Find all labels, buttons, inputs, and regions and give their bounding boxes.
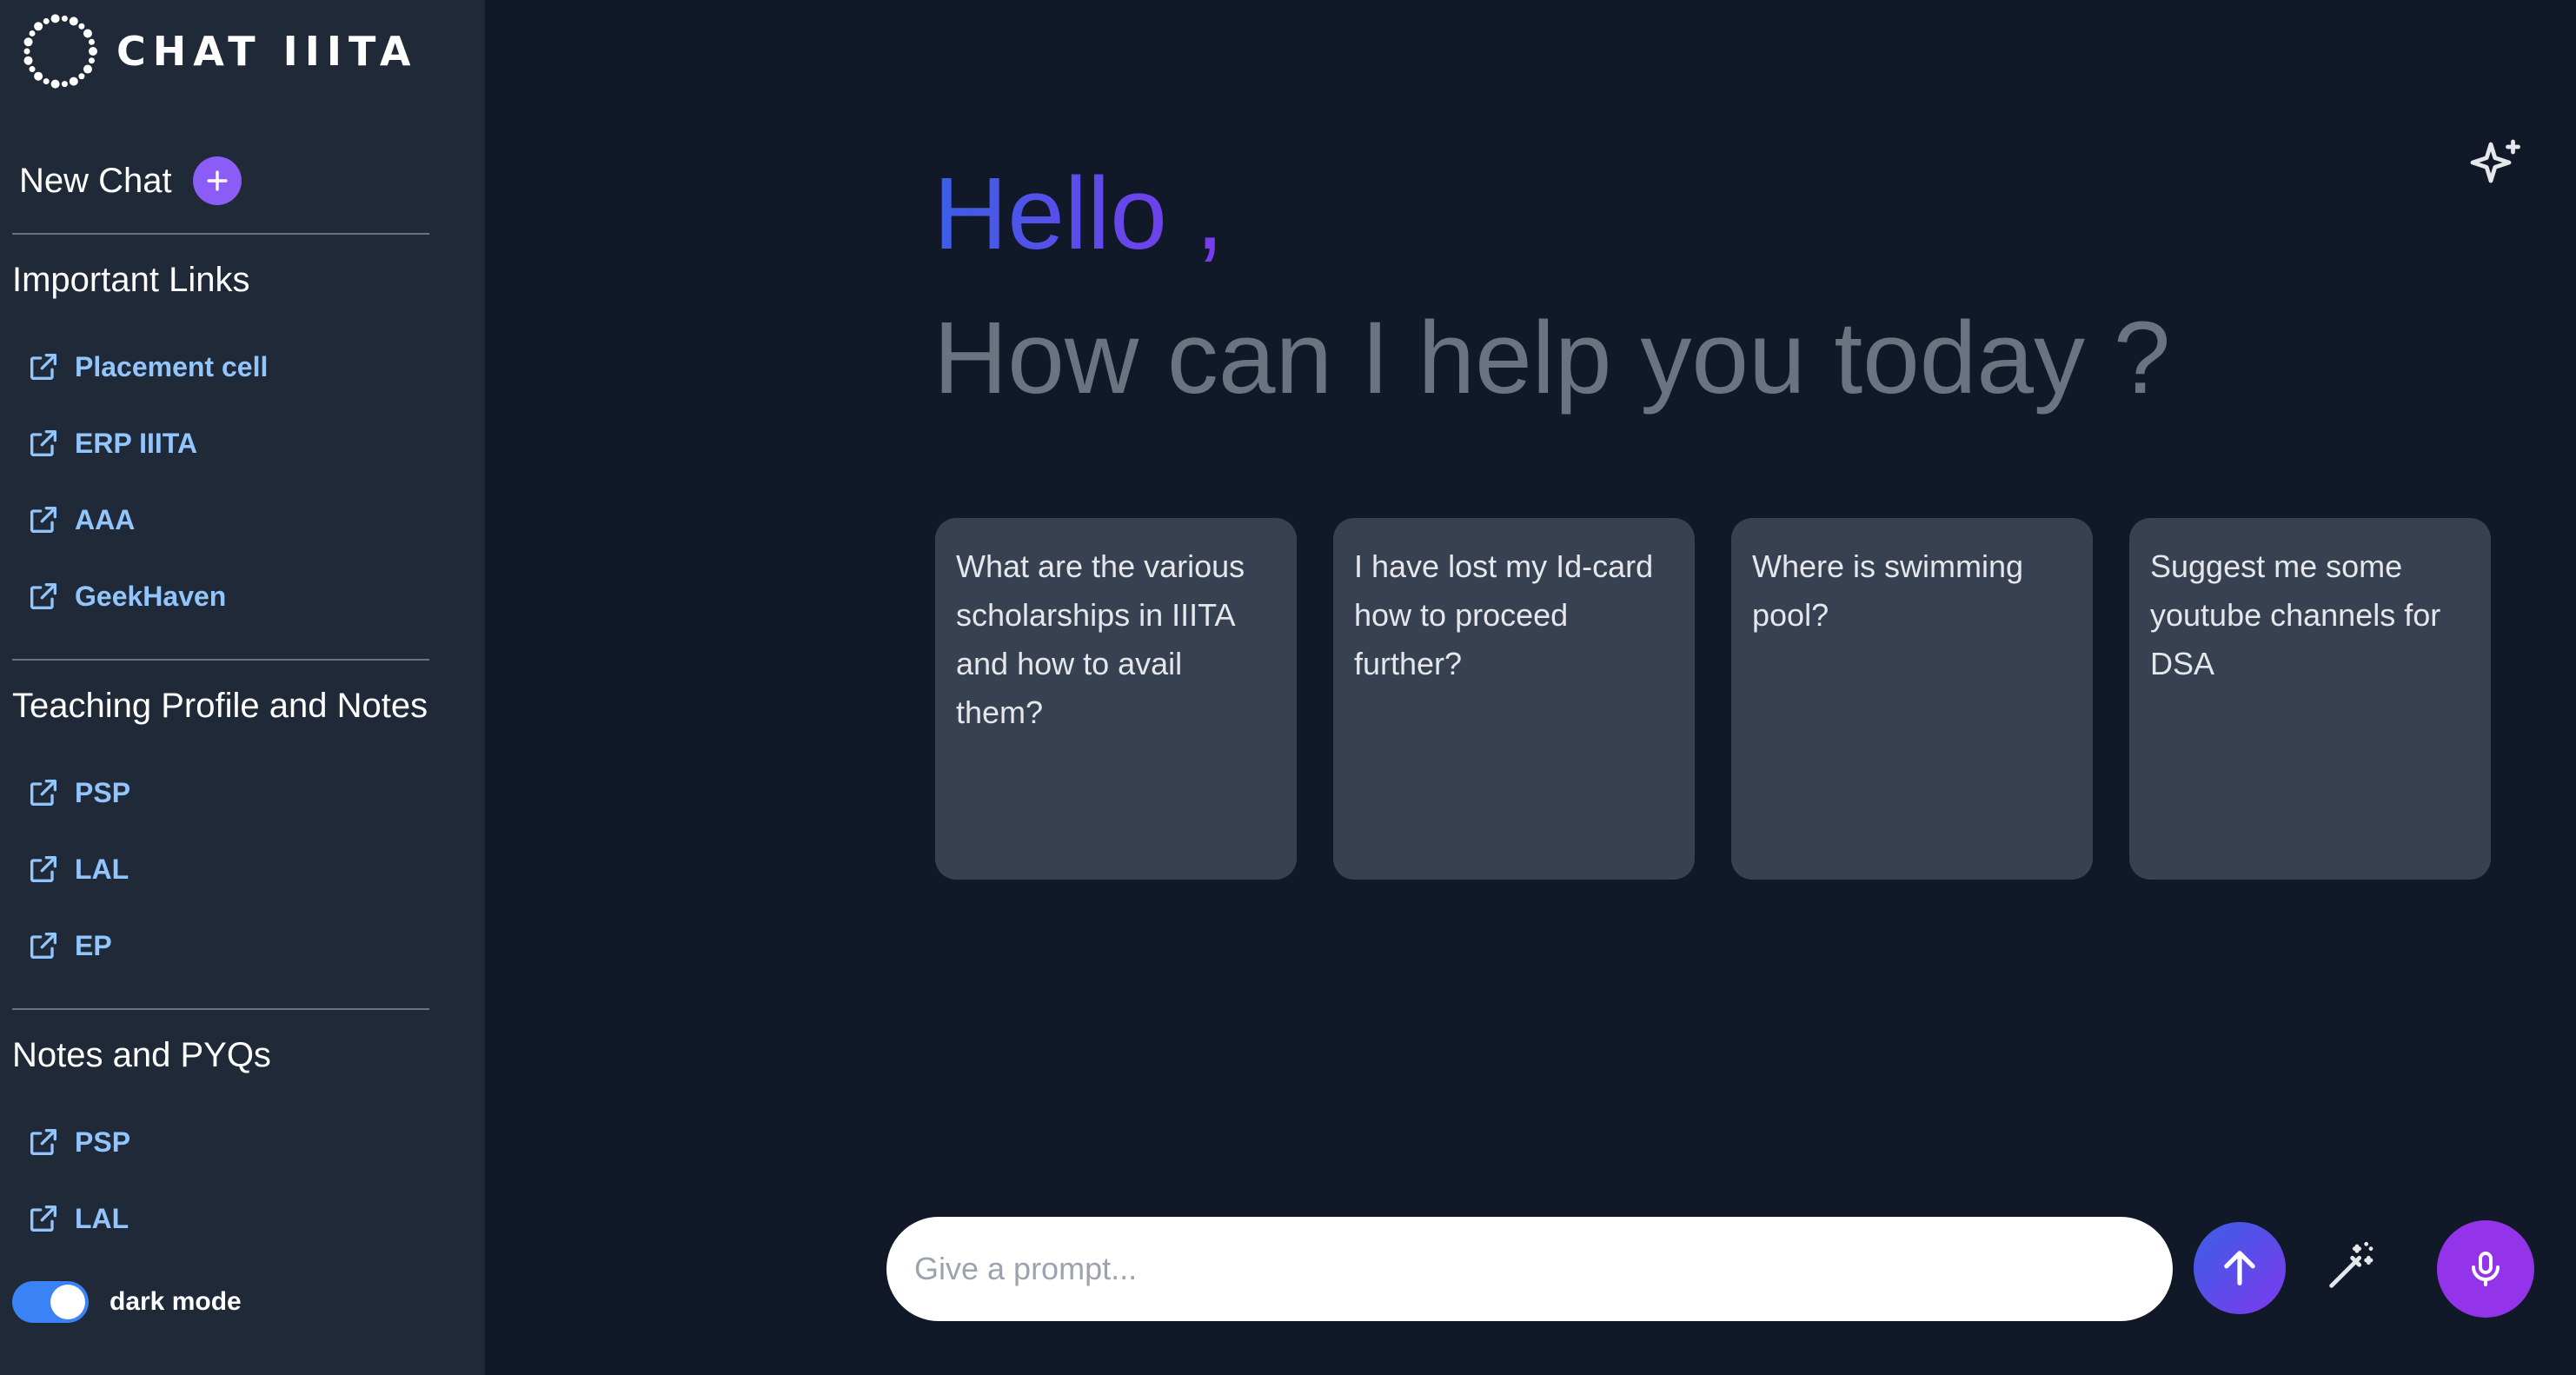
new-chat-button[interactable]: New Chat [19,156,242,205]
magic-wand-button[interactable] [2322,1239,2378,1295]
logo-dot [78,73,85,80]
link-label: EP [75,929,112,961]
external-link-icon [26,1125,61,1159]
logo-dot [29,30,36,37]
link-aaa[interactable]: AAA [26,502,135,537]
link-erp-iiita[interactable]: ERP IIITA [26,426,197,461]
app-root: CHAT IIITA New Chat Important Links Plac… [0,0,2576,1375]
new-chat-label: New Chat [19,161,172,200]
logo-dot [43,78,50,85]
logo-dot [29,66,36,73]
external-link-icon [26,579,61,614]
logo-dot [69,17,78,26]
microphone-icon [2472,1252,2500,1286]
link-label: GeekHaven [75,580,227,612]
greeting-title: Hello , [933,156,1225,271]
logo-dot [69,76,78,86]
external-link-icon [26,349,61,384]
sidebar-divider [12,233,429,235]
logo-dot [23,56,33,65]
arrow-up-icon [2224,1251,2255,1285]
link-notes-psp[interactable]: PSP [26,1125,130,1159]
link-teaching-lal[interactable]: LAL [26,852,129,887]
dark-mode-row: dark mode [12,1281,242,1323]
external-link-icon [26,502,61,537]
logo-dot [61,15,68,22]
dotted-ring-logo-icon [19,10,101,92]
logo-dot [23,48,30,55]
link-label: LAL [75,853,129,885]
link-label: PSP [75,776,131,808]
logo-dot [88,38,95,45]
sparkles-icon[interactable] [2465,134,2527,196]
greeting-subtitle: How can I help you today ? [933,301,2171,415]
toggle-knob [50,1285,85,1319]
link-teaching-psp[interactable]: PSP [26,775,130,810]
logo-dot [88,57,95,64]
sidebar-divider [12,1008,429,1010]
link-label: PSP [75,1126,131,1158]
app-name: CHAT IIITA [116,28,418,75]
link-notes-lal[interactable]: LAL [26,1201,129,1236]
link-geekhaven[interactable]: GeekHaven [26,579,226,614]
app-logo[interactable]: CHAT IIITA [19,10,417,92]
prompt-input[interactable] [886,1217,2173,1321]
dark-mode-toggle[interactable] [12,1281,89,1323]
external-link-icon [26,1201,61,1236]
logo-dot [50,79,60,89]
microphone-button[interactable] [2437,1220,2534,1318]
suggestion-card[interactable]: Suggest me some youtube channels for DSA [2129,518,2491,880]
section-title-notes-pyqs: Notes and PYQs [12,1036,271,1074]
link-label: Placement cell [75,350,269,382]
suggestion-card[interactable]: Where is swimming pool? [1731,518,2093,880]
logo-dot [83,64,92,74]
external-link-icon [26,928,61,963]
suggestion-card[interactable]: I have lost my Id-card how to proceed fu… [1333,518,1695,880]
logo-dot [50,14,60,23]
logo-dot [23,37,33,47]
external-link-icon [26,426,61,461]
logo-dot [34,71,43,81]
suggestion-card[interactable]: What are the various scholarships in III… [935,518,1297,880]
external-link-icon [26,852,61,887]
dark-mode-label: dark mode [110,1287,242,1316]
section-title-important-links: Important Links [12,261,250,299]
section-title-teaching-profile: Teaching Profile and Notes [12,687,428,725]
logo-dot [61,81,68,88]
sidebar: CHAT IIITA New Chat Important Links Plac… [0,0,485,1375]
logo-dot [78,23,85,30]
send-button[interactable] [2194,1222,2286,1314]
plus-icon[interactable] [192,156,242,205]
magic-wand-icon [2329,1241,2374,1288]
link-label: ERP IIITA [75,427,198,459]
link-teaching-ep[interactable]: EP [26,928,112,963]
link-placement-cell[interactable]: Placement cell [26,349,268,384]
link-label: LAL [75,1202,129,1234]
link-label: AAA [75,503,136,535]
logo-dot [83,29,92,38]
sidebar-divider [12,659,429,661]
external-link-icon [26,775,61,810]
logo-dot [89,47,97,56]
logo-dot [43,17,50,24]
logo-dot [34,22,43,31]
